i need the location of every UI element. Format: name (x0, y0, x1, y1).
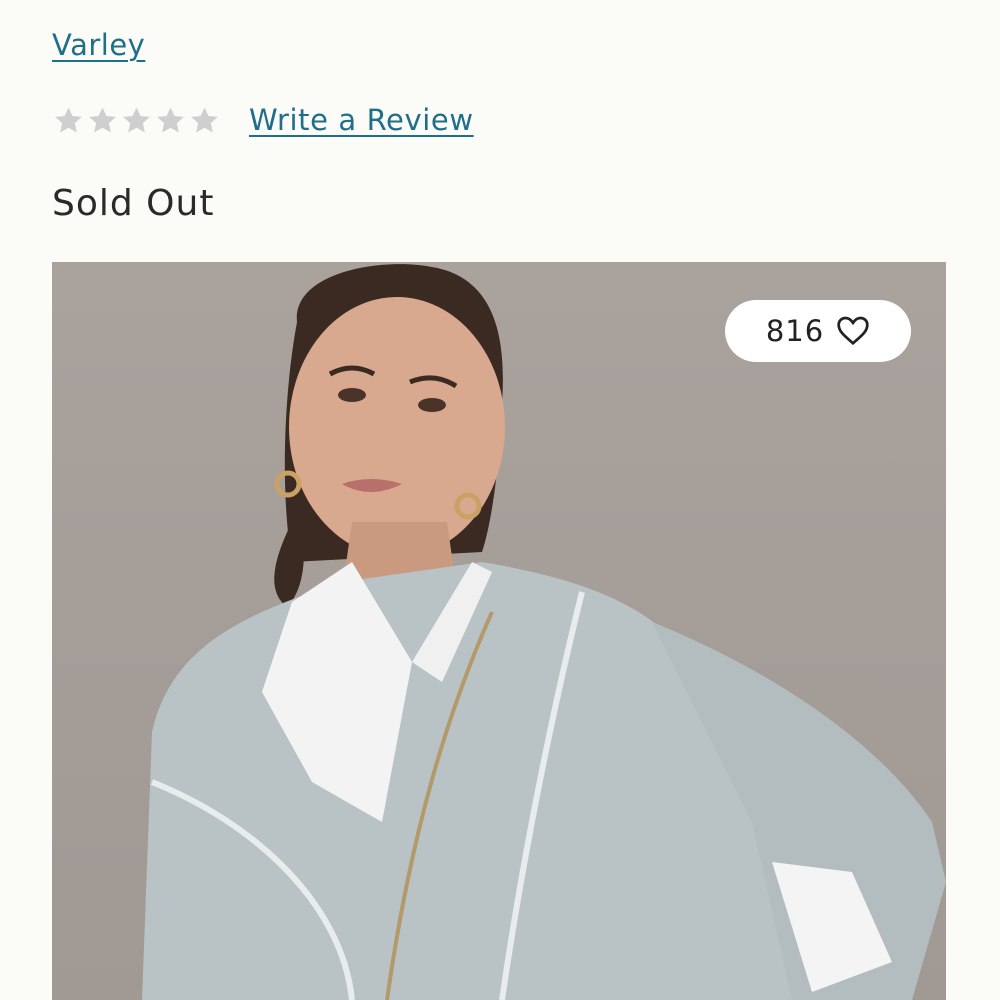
like-button[interactable]: 816 (725, 300, 911, 362)
write-review-link[interactable]: Write a Review (249, 103, 474, 137)
star-icon (157, 106, 184, 132)
product-photo (142, 264, 946, 1000)
like-count: 816 (765, 314, 825, 348)
heart-icon (837, 316, 869, 346)
rating-row: Write a Review (52, 100, 474, 140)
stock-status: Sold Out (52, 183, 215, 224)
product-image[interactable]: 816 (52, 262, 946, 1000)
star-icon (191, 106, 218, 132)
star-icon (123, 106, 150, 132)
star-icon (55, 106, 82, 132)
star-rating (52, 104, 221, 137)
brand-link[interactable]: Varley (52, 28, 145, 62)
star-icon (89, 106, 116, 132)
